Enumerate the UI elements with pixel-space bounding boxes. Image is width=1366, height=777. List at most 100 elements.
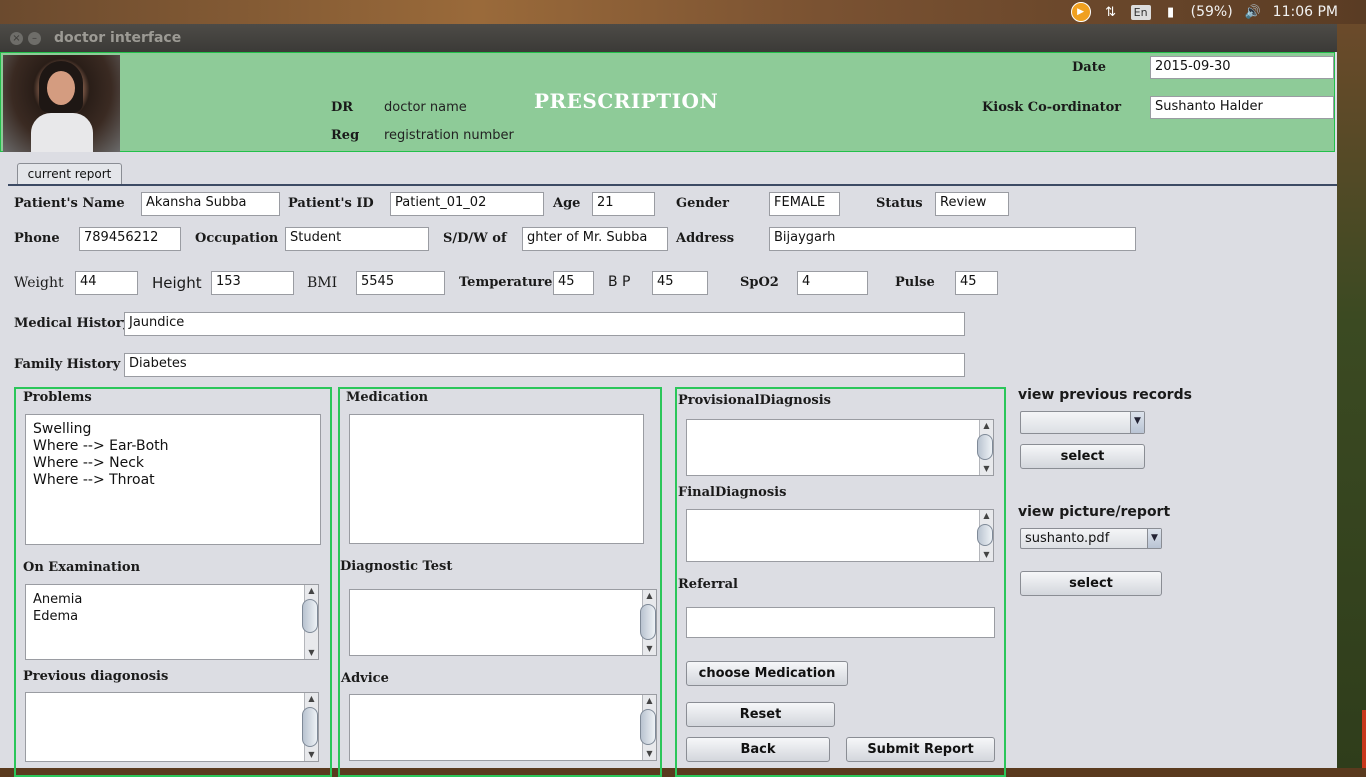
gender-field[interactable]: FEMALE <box>769 192 840 216</box>
problem-item: Where --> Neck <box>33 455 145 471</box>
weight-field[interactable]: 44 <box>75 271 138 295</box>
vlc-icon[interactable]: ▶ <box>1070 2 1091 22</box>
final-diagnosis-textarea[interactable]: ▲ ▼ <box>686 509 994 562</box>
examination-label: On Examination <box>23 560 141 575</box>
examination-item: Edema <box>33 609 79 624</box>
problems-textarea[interactable]: Swelling Where --> Ear-Both Where --> Ne… <box>25 414 321 545</box>
close-icon[interactable]: × <box>10 32 23 45</box>
volume-icon[interactable]: 🔊 <box>1243 2 1263 22</box>
examination-textarea[interactable]: Anemia Edema ▲ ▼ <box>25 584 319 660</box>
medical-history-field[interactable]: Jaundice <box>124 312 965 336</box>
temperature-label: Temperature <box>459 275 553 290</box>
patient-id-field[interactable]: Patient_01_02 <box>390 192 544 216</box>
date-label: Date <box>1072 60 1106 75</box>
spo2-field[interactable]: 4 <box>797 271 868 295</box>
temperature-field[interactable]: 45 <box>553 271 594 295</box>
spo2-label: SpO2 <box>740 275 779 290</box>
chevron-down-icon: ▼ <box>1147 529 1161 548</box>
system-tray: ▶ ⇅ En ▮ (59%) 🔊 11:06 PM <box>1070 0 1366 24</box>
back-button[interactable]: Back <box>686 737 830 762</box>
bmi-label: BMI <box>307 275 338 291</box>
battery-percentage: (59%) <box>1190 4 1233 20</box>
reg-label: Reg <box>331 128 360 143</box>
bmi-field[interactable]: 5545 <box>356 271 445 295</box>
medication-textarea[interactable] <box>349 414 644 544</box>
advice-label: Advice <box>341 671 389 686</box>
choose-medication-button[interactable]: choose Medication <box>686 661 848 686</box>
pulse-field[interactable]: 45 <box>955 271 998 295</box>
chevron-down-icon: ▼ <box>1130 412 1144 433</box>
patient-name-field[interactable]: Akansha Subba <box>141 192 280 216</box>
family-history-field[interactable]: Diabetes <box>124 353 965 377</box>
picture-report-select[interactable]: sushanto.pdf ▼ <box>1020 528 1162 549</box>
previous-diagnosis-label: Previous diagonosis <box>23 669 169 684</box>
previous-records-label: view previous records <box>1018 387 1192 403</box>
examination-scrollbar[interactable]: ▲ ▼ <box>302 585 318 659</box>
network-icon[interactable]: ⇅ <box>1101 2 1121 22</box>
provisional-diagnosis-textarea[interactable]: ▲ ▼ <box>686 419 994 476</box>
diagnostic-test-textarea[interactable]: ▲ ▼ <box>349 589 657 656</box>
diagnostic-test-label: Diagnostic Test <box>340 559 453 574</box>
bp-field[interactable]: 45 <box>652 271 708 295</box>
registration-number: registration number <box>384 128 514 143</box>
window-titlebar[interactable]: × – doctor interface <box>0 24 1337 52</box>
address-label: Address <box>676 231 735 246</box>
doctor-name: doctor name <box>384 100 467 115</box>
minimize-icon[interactable]: – <box>28 32 41 45</box>
phone-label: Phone <box>14 231 60 246</box>
top-panel: ▶ ⇅ En ▮ (59%) 🔊 11:06 PM <box>0 0 1366 24</box>
kiosk-coordinator-label: Kiosk Co-ordinator <box>982 100 1122 115</box>
provisional-diagnosis-label: ProvisionalDiagnosis <box>678 393 831 408</box>
problem-item: Swelling <box>33 421 92 437</box>
occupation-field[interactable]: Student <box>285 227 429 251</box>
patient-photo <box>3 55 120 152</box>
final-diagnosis-scrollbar[interactable]: ▲ ▼ <box>977 510 993 561</box>
examination-item: Anemia <box>33 592 83 607</box>
keyboard-layout-icon[interactable]: En <box>1130 2 1151 22</box>
status-field[interactable]: Review <box>935 192 1009 216</box>
select-previous-record-button[interactable]: select <box>1020 444 1145 469</box>
desktop-window-edge <box>1362 710 1366 768</box>
previous-diagnosis-scrollbar[interactable]: ▲ ▼ <box>302 693 318 761</box>
gender-label: Gender <box>676 196 730 211</box>
pulse-label: Pulse <box>895 275 935 290</box>
medical-history-label: Medical History <box>14 316 131 331</box>
tab-divider <box>8 184 1337 186</box>
referral-label: Referral <box>678 577 738 592</box>
dr-label: DR <box>331 100 354 115</box>
sdw-field[interactable]: ghter of Mr. Subba <box>522 227 668 251</box>
desktop-background-edge <box>1337 24 1366 768</box>
family-history-label: Family History <box>14 357 121 372</box>
submit-report-button[interactable]: Submit Report <box>846 737 995 762</box>
provisional-diagnosis-scrollbar[interactable]: ▲ ▼ <box>977 420 993 475</box>
picture-report-label: view picture/report <box>1018 504 1171 520</box>
height-field[interactable]: 153 <box>211 271 294 295</box>
age-field[interactable]: 21 <box>592 192 655 216</box>
previous-records-select[interactable]: ▼ <box>1020 411 1145 434</box>
patient-id-label: Patient's ID <box>288 196 374 211</box>
language-indicator: En <box>1130 4 1151 20</box>
patient-name-label: Patient's Name <box>14 196 125 211</box>
advice-scrollbar[interactable]: ▲ ▼ <box>640 695 656 760</box>
date-field[interactable]: 2015-09-30 <box>1150 56 1334 79</box>
clock[interactable]: 11:06 PM <box>1273 4 1338 20</box>
previous-diagnosis-textarea[interactable]: ▲ ▼ <box>25 692 319 762</box>
referral-field[interactable] <box>686 607 995 638</box>
select-picture-report-button[interactable]: select <box>1020 571 1162 596</box>
reset-button[interactable]: Reset <box>686 702 835 727</box>
advice-textarea[interactable]: ▲ ▼ <box>349 694 657 761</box>
kiosk-coordinator-field[interactable]: Sushanto Halder <box>1150 96 1334 119</box>
picture-report-value: sushanto.pdf <box>1025 531 1110 546</box>
diagnostic-test-scrollbar[interactable]: ▲ ▼ <box>640 590 656 655</box>
page-title: PRESCRIPTION <box>534 89 719 113</box>
final-diagnosis-label: FinalDiagnosis <box>678 485 787 500</box>
problems-label: Problems <box>23 390 92 405</box>
battery-icon[interactable]: ▮ <box>1161 2 1181 22</box>
application-window: × – doctor interface PRESCRIPTION DR doc… <box>0 24 1337 777</box>
phone-field[interactable]: 789456212 <box>79 227 181 251</box>
prescription-header: PRESCRIPTION DR doctor name Reg registra… <box>0 52 1335 152</box>
tab-current-report[interactable]: current report <box>17 163 122 185</box>
medication-label: Medication <box>346 390 429 405</box>
occupation-label: Occupation <box>195 231 279 246</box>
address-field[interactable]: Bijaygarh <box>769 227 1136 251</box>
